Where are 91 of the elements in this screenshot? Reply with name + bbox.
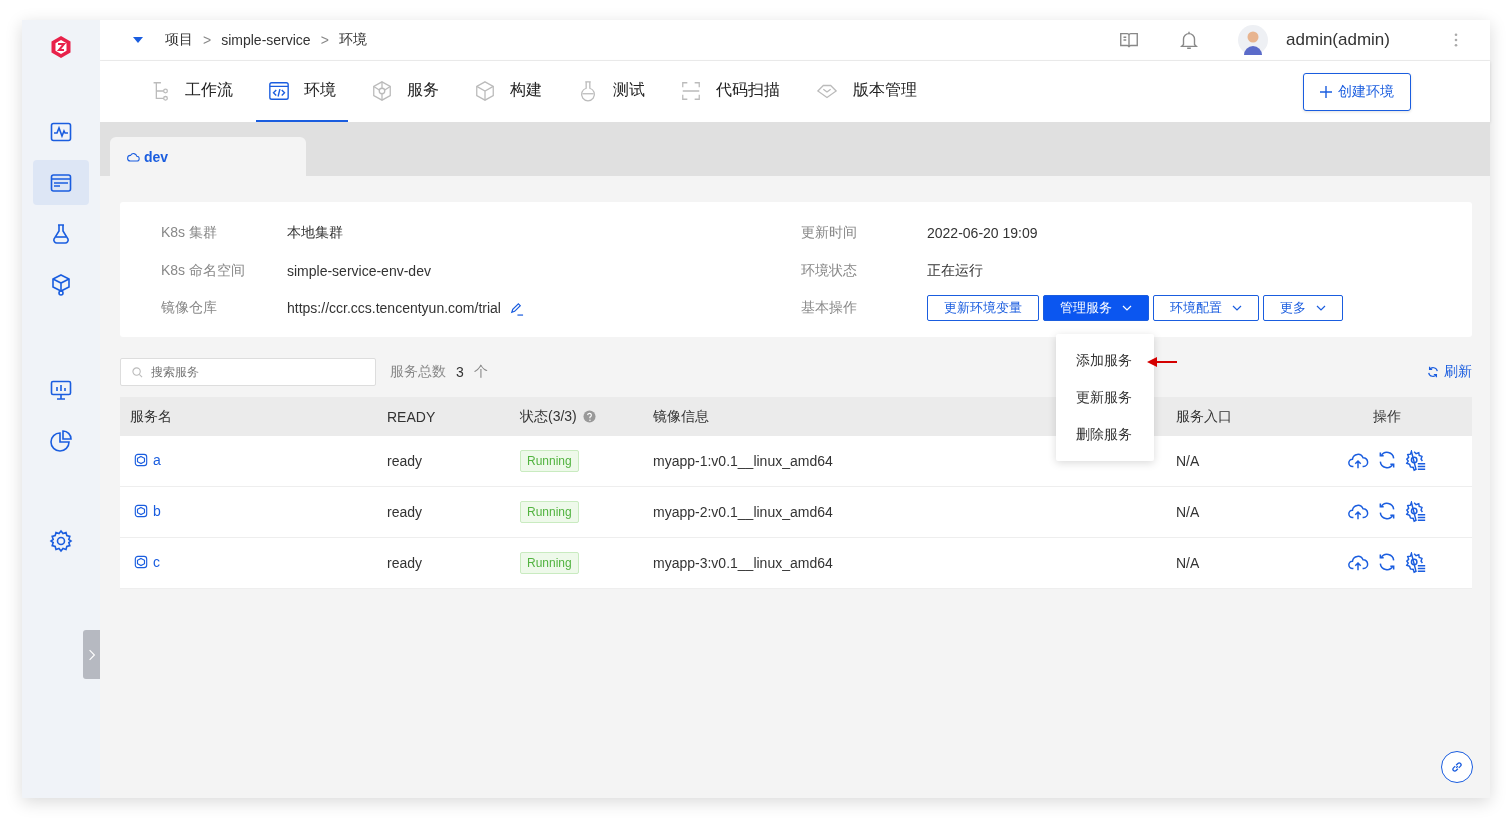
column-header: 服务名 xyxy=(130,407,173,426)
cube-gear-icon xyxy=(49,272,73,297)
breadcrumb-link[interactable]: simple-service xyxy=(221,32,311,48)
count-value: 3 xyxy=(456,364,464,380)
refresh-icon xyxy=(1427,366,1439,378)
code-window-icon xyxy=(268,79,290,102)
caret-down-icon[interactable] xyxy=(133,37,143,43)
info-label: K8s 命名空间 xyxy=(161,261,246,280)
settings-icon xyxy=(49,528,73,553)
column-header: 状态(3/3) xyxy=(520,407,653,426)
chevron-down-icon xyxy=(1232,305,1242,312)
nav-tab[interactable]: 工作流 xyxy=(137,61,245,122)
service-link[interactable]: b xyxy=(130,503,161,519)
info-label: 更新时间 xyxy=(801,223,858,242)
edit-icon[interactable] xyxy=(509,300,524,316)
table-cell-text: myapp-2:v0.1__linux_amd64 xyxy=(653,504,834,520)
action-button[interactable]: 管理服务 xyxy=(1043,295,1149,322)
create-environment-button[interactable]: 创建环境 xyxy=(1303,72,1411,111)
plus-icon xyxy=(1320,85,1332,98)
hexagon-icon xyxy=(474,79,496,102)
service-link[interactable]: a xyxy=(130,452,161,468)
info-value: 正在运行 xyxy=(927,261,983,280)
action-button[interactable]: 更新环境变量 xyxy=(927,295,1039,322)
menu-item[interactable]: 添加服务 xyxy=(1056,342,1154,379)
table-cell-text: ready xyxy=(387,504,424,520)
network-cube-icon xyxy=(371,79,393,102)
breadcrumb-link[interactable]: 环境 xyxy=(338,31,367,49)
table-cell-text: N/A xyxy=(1176,453,1201,469)
column-header: 服务入口 xyxy=(1176,407,1233,426)
settings-list-icon[interactable] xyxy=(1405,501,1427,523)
collapse-handle[interactable] xyxy=(83,630,100,679)
info-value: 2022-06-20 19:09 xyxy=(927,224,1038,241)
search-field[interactable]: 搜索服务 xyxy=(120,358,376,386)
table-cell-text: N/A xyxy=(1176,504,1201,520)
breadcrumb-separator: > xyxy=(320,32,329,48)
column-header: READY xyxy=(387,408,437,425)
info-label: 环境状态 xyxy=(801,261,858,280)
avatar[interactable] xyxy=(1238,25,1269,55)
service-icon xyxy=(134,504,148,518)
chevron-right-icon xyxy=(87,647,96,662)
nav-tab[interactable]: 代码扫描 xyxy=(668,61,792,122)
action-button[interactable]: 更多 xyxy=(1263,295,1343,322)
pie-chart-icon xyxy=(49,428,73,453)
arrow-icon xyxy=(1147,357,1177,367)
scan-icon xyxy=(680,79,702,102)
service-link[interactable]: c xyxy=(130,554,160,570)
status-tag: Running xyxy=(520,501,579,523)
table-cell-text: N/A xyxy=(1176,555,1201,571)
breadcrumb-separator: > xyxy=(203,32,212,48)
status-tag: Running xyxy=(520,450,579,472)
menu-item[interactable]: 更新服务 xyxy=(1056,379,1154,416)
action-button[interactable]: 环境配置 xyxy=(1153,295,1259,322)
info-label: 基本操作 xyxy=(801,299,858,318)
logo-icon[interactable] xyxy=(49,35,73,59)
environment-tab[interactable]: dev xyxy=(110,137,306,176)
refresh-icon[interactable] xyxy=(1377,552,1397,572)
table-cell-text: myapp-3:v0.1__linux_amd64 xyxy=(653,555,834,571)
status-tag: Running xyxy=(520,552,579,574)
column-header: 操作 xyxy=(1372,407,1402,426)
link-button[interactable] xyxy=(1441,751,1473,783)
menu-item[interactable]: 删除服务 xyxy=(1056,416,1154,453)
table-cell-text: myapp-1:v0.1__linux_amd64 xyxy=(653,453,834,469)
nav-tab[interactable]: 服务 xyxy=(359,61,451,122)
nav-tab[interactable]: 构建 xyxy=(462,61,554,122)
refresh-icon[interactable] xyxy=(1377,501,1397,521)
service-icon xyxy=(134,555,148,569)
nav-tab[interactable]: 版本管理 xyxy=(803,61,929,122)
cloud-icon xyxy=(127,151,140,162)
refresh-icon[interactable] xyxy=(1377,450,1397,470)
info-value: 本地集群 xyxy=(287,223,343,242)
sidebar-item[interactable] xyxy=(33,160,89,205)
info-value: https://ccr.ccs.tencentyun.com/trial xyxy=(287,300,501,317)
chevron-down-icon xyxy=(1316,305,1326,312)
table-cell-text: ready xyxy=(387,555,424,571)
column-header: 镜像信息 xyxy=(653,407,710,426)
count-unit: 个 xyxy=(473,363,488,381)
info-label: 镜像仓库 xyxy=(161,299,218,318)
breadcrumb-link[interactable]: 项目 xyxy=(165,31,193,49)
chevron-down-icon xyxy=(1122,305,1132,312)
service-icon xyxy=(134,453,148,467)
count-label: 服务总数 xyxy=(390,363,446,381)
search-icon xyxy=(132,367,143,378)
user-name[interactable]: admin(admin) xyxy=(1286,30,1390,50)
info-value: simple-service-env-dev xyxy=(287,262,431,279)
nav-tab[interactable]: 测试 xyxy=(565,61,657,122)
settings-list-icon[interactable] xyxy=(1405,450,1427,472)
settings-list-icon[interactable] xyxy=(1405,552,1427,574)
refresh-button[interactable]: 刷新 xyxy=(1427,363,1472,381)
link-icon xyxy=(1450,760,1464,774)
table-cell-text: ready xyxy=(387,453,424,469)
info-label: K8s 集群 xyxy=(161,223,218,242)
